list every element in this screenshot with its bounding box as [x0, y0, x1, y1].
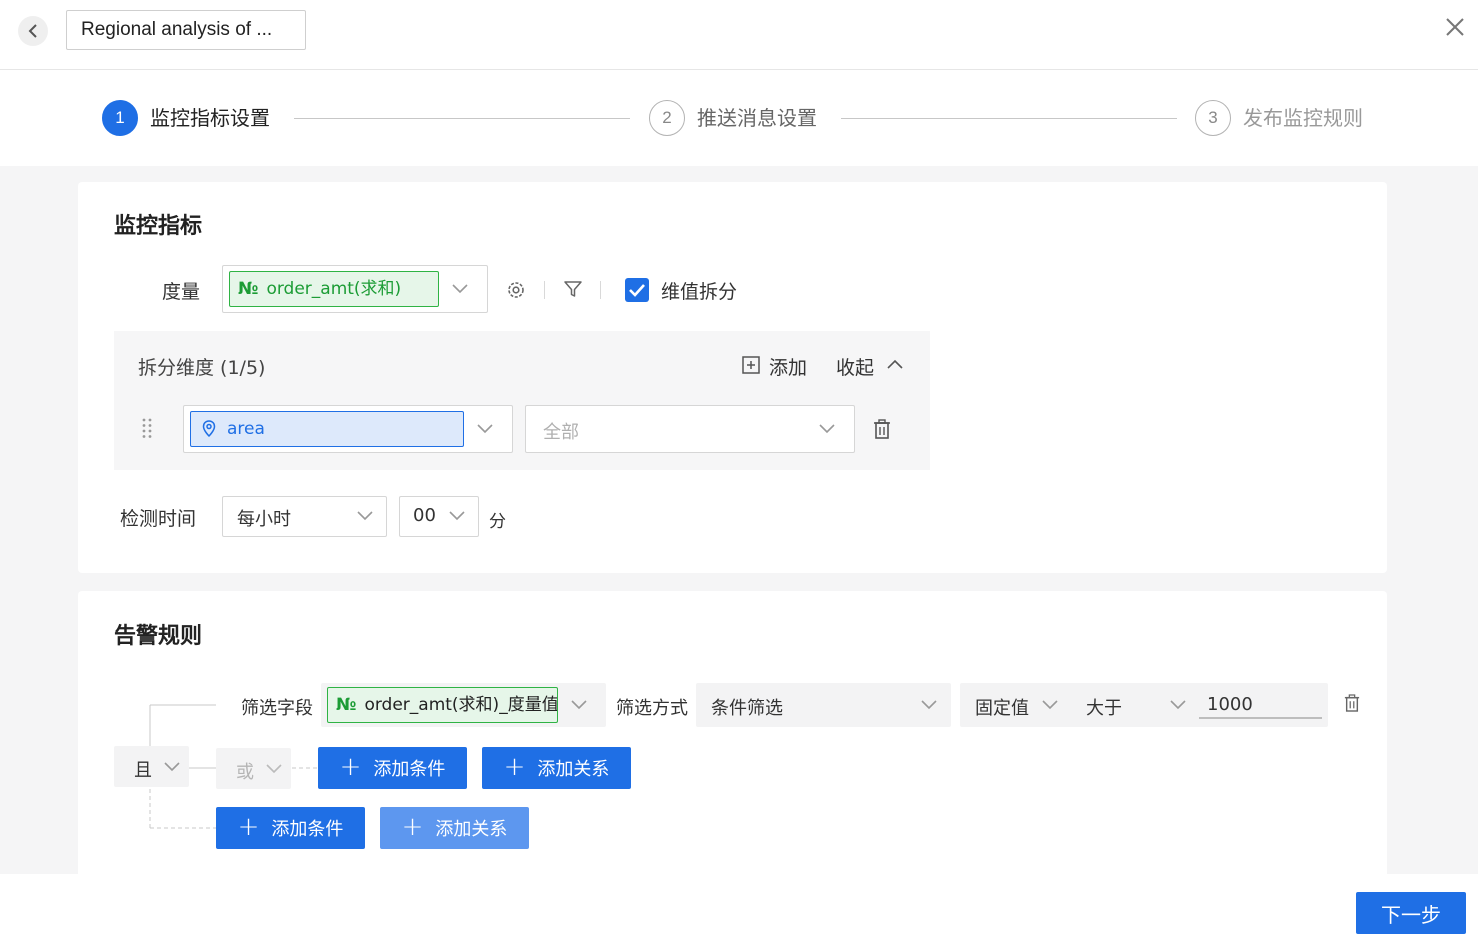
collapse-button[interactable]: 收起	[836, 353, 874, 380]
plus-icon: +	[339, 751, 362, 782]
minute-value: 00	[413, 505, 436, 526]
minute-unit: 分	[489, 512, 506, 532]
add-relation-button[interactable]: + 添加关系	[482, 747, 631, 789]
drag-handle-icon[interactable]	[142, 418, 152, 438]
add-condition-label: 添加条件	[373, 759, 446, 780]
filter-field-label: 筛选字段	[241, 698, 313, 719]
add-square-icon[interactable]	[741, 355, 761, 375]
chevron-up-icon[interactable]	[887, 359, 903, 369]
chevron-down-icon	[452, 284, 468, 294]
chevron-down-icon	[477, 424, 493, 434]
add-relation-button[interactable]: + 添加关系	[380, 807, 529, 849]
settings-icon[interactable]	[506, 280, 526, 300]
add-condition-button[interactable]: + 添加条件	[318, 747, 467, 789]
trash-icon[interactable]	[873, 419, 891, 439]
divider	[544, 281, 545, 299]
chevron-down-icon	[819, 424, 835, 434]
footer-bar	[0, 874, 1478, 940]
filter-field-value: order_amt(求和)_度量值	[364, 695, 558, 715]
add-relation-label: 添加关系	[537, 759, 610, 780]
add-condition-label: 添加条件	[271, 819, 344, 840]
filter-icon[interactable]	[563, 279, 583, 299]
value-type-select[interactable]: 固定值	[975, 694, 1029, 720]
back-button[interactable]	[18, 16, 48, 46]
detect-time-label: 检测时间	[120, 508, 197, 530]
rule-title-input[interactable]: Regional analysis of ...	[66, 10, 306, 50]
relation-or-value: 或	[236, 762, 254, 783]
dimension-tag: area	[190, 411, 464, 447]
step-2-circle: 2	[649, 100, 685, 136]
minute-select[interactable]	[399, 496, 479, 537]
step-1-circle: 1	[102, 100, 138, 136]
add-dimension-button[interactable]: 添加	[769, 353, 807, 380]
plus-icon: +	[237, 811, 260, 842]
chevron-down-icon	[921, 700, 937, 710]
measure-value: order_amt(求和)	[266, 279, 402, 299]
operator-select[interactable]: 大于	[1086, 694, 1122, 720]
dimension-value-placeholder: 全部	[543, 422, 579, 443]
close-button[interactable]	[1444, 16, 1466, 38]
trash-icon[interactable]	[1344, 694, 1360, 712]
plus-icon: +	[401, 811, 424, 842]
chevron-down-icon	[1042, 700, 1058, 710]
chevron-down-icon	[357, 511, 373, 521]
chevron-left-icon	[28, 24, 37, 38]
chevron-down-icon	[571, 700, 587, 710]
chevron-down-icon	[164, 762, 180, 772]
chevron-down-icon	[1170, 700, 1186, 710]
step-indicator: 1 监控指标设置 2 推送消息设置 3 发布监控规则	[0, 70, 1478, 166]
measure-tag: № order_amt(求和)	[229, 271, 439, 307]
monitor-section-title: 监控指标	[114, 214, 203, 239]
close-icon	[1446, 18, 1464, 36]
step-3-circle: 3	[1195, 100, 1231, 136]
top-bar: Regional analysis of ...	[0, 0, 1478, 70]
plus-icon: +	[503, 751, 526, 782]
filter-field-tag: № order_amt(求和)_度量值	[327, 687, 558, 723]
dim-split-label: 维值拆分	[661, 281, 738, 303]
chevron-down-icon	[266, 764, 282, 774]
dim-split-checkbox[interactable]	[625, 278, 649, 302]
number-type-icon: №	[238, 279, 259, 299]
filter-method-value: 条件筛选	[711, 698, 783, 719]
number-type-icon: №	[336, 695, 357, 715]
alert-section-title: 告警规则	[114, 624, 203, 649]
split-dimension-title: 拆分维度 (1/5)	[138, 357, 266, 379]
step-connector	[294, 118, 630, 119]
step-2-label: 推送消息设置	[697, 106, 817, 130]
frequency-value: 每小时	[237, 509, 291, 530]
relation-and-value: 且	[134, 760, 152, 781]
step-connector	[841, 118, 1177, 119]
filter-method-label: 筛选方式	[616, 698, 688, 719]
next-step-button[interactable]: 下一步	[1356, 892, 1466, 934]
add-condition-button[interactable]: + 添加条件	[216, 807, 365, 849]
measure-label: 度量	[162, 281, 201, 303]
step-1-label: 监控指标设置	[150, 106, 270, 130]
add-relation-label: 添加关系	[435, 819, 508, 840]
threshold-input[interactable]: 1000	[1199, 694, 1322, 719]
location-icon	[202, 420, 216, 438]
step-3-label: 发布监控规则	[1243, 106, 1363, 130]
divider	[600, 281, 601, 299]
chevron-down-icon	[449, 511, 465, 521]
checkmark-icon	[629, 284, 645, 297]
